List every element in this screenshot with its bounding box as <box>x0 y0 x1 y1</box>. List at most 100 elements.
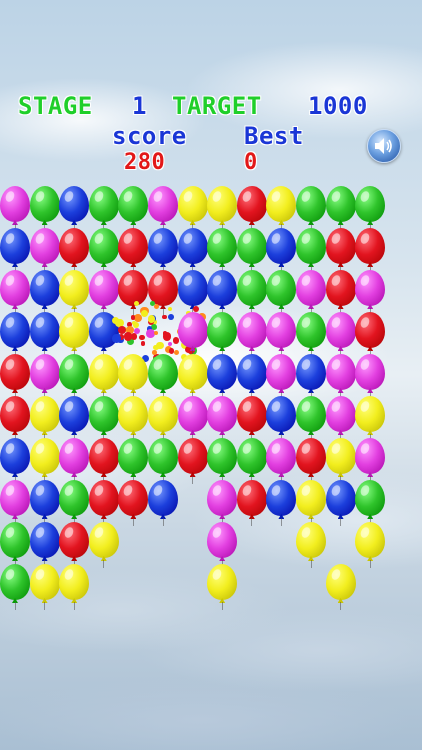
balloon-blue[interactable] <box>0 312 30 358</box>
balloon-blue[interactable] <box>266 480 297 526</box>
balloon-blue[interactable] <box>266 396 297 442</box>
balloon-yellow[interactable] <box>29 396 60 442</box>
balloon-yellow[interactable] <box>325 438 356 484</box>
balloon-red[interactable] <box>88 480 119 526</box>
balloon-green[interactable] <box>296 312 326 358</box>
balloon-red[interactable] <box>325 228 356 274</box>
balloon-magenta[interactable] <box>148 186 178 232</box>
balloon-green[interactable] <box>88 186 119 232</box>
balloon-green[interactable] <box>29 186 60 232</box>
balloon-yellow[interactable] <box>59 564 90 610</box>
balloon-green[interactable] <box>118 186 149 232</box>
balloon-blue[interactable] <box>296 354 326 400</box>
balloon-magenta[interactable] <box>177 396 208 442</box>
balloon-blue[interactable] <box>207 354 238 400</box>
balloon-magenta[interactable] <box>236 312 267 358</box>
balloon-red[interactable] <box>296 438 326 484</box>
balloon-magenta[interactable] <box>0 480 30 526</box>
balloon-yellow[interactable] <box>207 186 238 232</box>
balloon-magenta[interactable] <box>296 270 326 316</box>
balloon-magenta[interactable] <box>355 438 386 484</box>
balloon-red[interactable] <box>236 480 267 526</box>
balloon-red[interactable] <box>236 396 267 442</box>
balloon-magenta[interactable] <box>0 270 30 316</box>
balloon-red[interactable] <box>0 354 30 400</box>
balloon-yellow[interactable] <box>355 396 386 442</box>
balloon-blue[interactable] <box>0 438 30 484</box>
balloon-green[interactable] <box>236 228 267 274</box>
balloon-red[interactable] <box>59 522 90 568</box>
balloon-blue[interactable] <box>266 228 297 274</box>
balloon-yellow[interactable] <box>118 354 149 400</box>
balloon-green[interactable] <box>118 438 149 484</box>
balloon-green[interactable] <box>207 438 238 484</box>
balloon-yellow[interactable] <box>207 564 238 610</box>
balloon-blue[interactable] <box>177 228 208 274</box>
balloon-yellow[interactable] <box>118 396 149 442</box>
balloon-blue[interactable] <box>29 522 60 568</box>
balloon-blue[interactable] <box>59 186 90 232</box>
balloon-yellow[interactable] <box>355 522 386 568</box>
balloon-magenta[interactable] <box>266 438 297 484</box>
balloon-red[interactable] <box>355 312 386 358</box>
balloon-magenta[interactable] <box>29 228 60 274</box>
balloon-magenta[interactable] <box>266 354 297 400</box>
balloon-yellow[interactable] <box>59 270 90 316</box>
balloon-green[interactable] <box>0 522 30 568</box>
balloon-green[interactable] <box>236 270 267 316</box>
balloon-red[interactable] <box>118 228 149 274</box>
balloon-green[interactable] <box>59 480 90 526</box>
balloon-yellow[interactable] <box>266 186 297 232</box>
balloon-green[interactable] <box>296 396 326 442</box>
balloon-blue[interactable] <box>59 396 90 442</box>
balloon-green[interactable] <box>88 228 119 274</box>
balloon-magenta[interactable] <box>266 312 297 358</box>
balloon-red[interactable] <box>88 438 119 484</box>
balloon-magenta[interactable] <box>355 354 386 400</box>
balloon-magenta[interactable] <box>325 396 356 442</box>
balloon-red[interactable] <box>325 270 356 316</box>
balloon-green[interactable] <box>207 228 238 274</box>
balloon-magenta[interactable] <box>59 438 90 484</box>
balloon-green[interactable] <box>236 438 267 484</box>
balloon-yellow[interactable] <box>88 522 119 568</box>
balloon-blue[interactable] <box>236 354 267 400</box>
balloon-magenta[interactable] <box>355 270 386 316</box>
balloon-green[interactable] <box>355 186 386 232</box>
balloon-magenta[interactable] <box>207 396 238 442</box>
balloon-yellow[interactable] <box>296 522 326 568</box>
balloon-green[interactable] <box>355 480 386 526</box>
balloon-blue[interactable] <box>29 270 60 316</box>
balloon-green[interactable] <box>88 396 119 442</box>
balloon-magenta[interactable] <box>325 312 356 358</box>
balloon-blue[interactable] <box>148 228 178 274</box>
balloon-magenta[interactable] <box>0 186 30 232</box>
balloon-magenta[interactable] <box>325 354 356 400</box>
balloon-green[interactable] <box>296 186 326 232</box>
balloon-yellow[interactable] <box>148 396 178 442</box>
balloon-green[interactable] <box>59 354 90 400</box>
balloon-yellow[interactable] <box>325 564 356 610</box>
balloon-green[interactable] <box>148 438 178 484</box>
balloon-red[interactable] <box>118 480 149 526</box>
balloon-yellow[interactable] <box>29 564 60 610</box>
balloon-magenta[interactable] <box>207 480 238 526</box>
balloon-green[interactable] <box>325 186 356 232</box>
balloon-blue[interactable] <box>148 480 178 526</box>
balloon-red[interactable] <box>59 228 90 274</box>
balloon-red[interactable] <box>236 186 267 232</box>
balloon-yellow[interactable] <box>177 186 208 232</box>
balloon-blue[interactable] <box>29 480 60 526</box>
balloon-red[interactable] <box>355 228 386 274</box>
balloon-green[interactable] <box>296 228 326 274</box>
balloon-red[interactable] <box>177 438 208 484</box>
balloon-yellow[interactable] <box>88 354 119 400</box>
balloon-yellow[interactable] <box>59 312 90 358</box>
balloon-green[interactable] <box>207 312 238 358</box>
balloon-green[interactable] <box>0 564 30 610</box>
balloon-blue[interactable] <box>29 312 60 358</box>
balloon-blue[interactable] <box>0 228 30 274</box>
balloon-magenta[interactable] <box>177 312 208 358</box>
balloon-green[interactable] <box>148 354 178 400</box>
balloon-blue[interactable] <box>325 480 356 526</box>
